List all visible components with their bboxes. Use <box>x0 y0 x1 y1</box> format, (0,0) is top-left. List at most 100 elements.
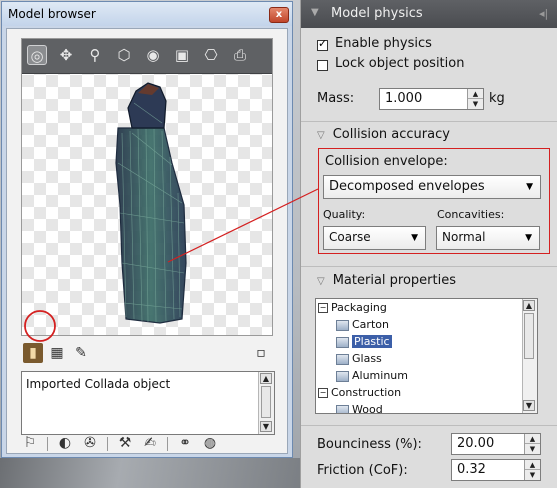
wireframe-model[interactable] <box>22 73 272 335</box>
enable-physics-checkbox[interactable] <box>317 37 328 51</box>
bounciness-label: Bounciness (%): <box>317 437 422 452</box>
grid-model-icon[interactable]: ▦ <box>47 343 67 363</box>
separator <box>47 437 48 451</box>
tree-item-plastic[interactable]: Plastic <box>336 335 392 352</box>
concavities-dropdown[interactable]: Normal ▼ <box>436 226 540 250</box>
decrement-icon[interactable]: ▼ <box>468 99 483 109</box>
tools-icon[interactable]: ⚒ <box>116 434 134 452</box>
concavities-value: Normal <box>442 230 486 244</box>
chevron-down-icon: ▼ <box>525 233 532 243</box>
collision-section-title: Collision accuracy <box>332 127 450 142</box>
tree-group-construction[interactable]: − Construction <box>318 386 401 403</box>
tree-item-label: Glass <box>352 352 382 365</box>
friction-stepper[interactable]: ▲ ▼ <box>524 460 540 480</box>
quality-label: Quality: <box>323 208 366 221</box>
tree-scrollbar[interactable]: ▲ ▼ <box>522 299 537 413</box>
quality-value: Coarse <box>329 230 371 244</box>
tree-item-label: Aluminum <box>352 369 408 382</box>
box-view-icon[interactable]: ⬡ <box>114 45 134 65</box>
bounciness-spinbox[interactable]: 20.00 ▲ ▼ <box>451 433 541 455</box>
tree-item-label: Wood <box>352 403 383 414</box>
model-icon[interactable]: ▮ <box>23 343 43 363</box>
contrast-icon[interactable]: ◐ <box>56 434 74 452</box>
bounciness-value: 20.00 <box>457 436 495 451</box>
model-browser-titlebar[interactable]: Model browser x <box>2 2 292 26</box>
increment-icon[interactable]: ▲ <box>525 434 540 444</box>
material-icon <box>336 353 349 365</box>
separator <box>167 437 168 451</box>
divider <box>301 425 557 426</box>
collision-envelope-value: Decomposed envelopes <box>329 179 485 194</box>
collapse-icon[interactable]: − <box>318 303 328 313</box>
separator <box>107 437 108 451</box>
model-physics-panel: ▼ Model physics ◂| Enable physics Lock o… <box>300 0 557 488</box>
render-mode-icon[interactable]: ⎔ <box>201 45 221 65</box>
desktop-bottom-strip <box>0 458 300 488</box>
tree-item-wood[interactable]: Wood <box>336 403 383 414</box>
expand-arrow-icon: ▽ <box>317 130 325 141</box>
collision-section-header[interactable]: ▽ Collision accuracy <box>317 127 450 142</box>
scroll-up-button[interactable]: ▲ <box>523 300 535 311</box>
physics-icon[interactable]: ✇ <box>81 434 99 452</box>
3d-viewport[interactable]: ◎ ✥ ⚲ ⬡ ◉ ▣ ⎔ ⎙ <box>21 38 273 336</box>
lock-position-label: Lock object position <box>335 56 465 71</box>
frame-icon[interactable]: ▣ <box>172 45 192 65</box>
tree-item-carton[interactable]: Carton <box>336 318 389 335</box>
decrement-icon[interactable]: ▼ <box>525 470 540 480</box>
orbit-icon[interactable]: ◎ <box>27 45 47 65</box>
bounciness-stepper[interactable]: ▲ ▼ <box>524 434 540 454</box>
scroll-down-button[interactable]: ▼ <box>523 400 535 411</box>
concavities-label: Concavities: <box>437 208 505 221</box>
quality-dropdown[interactable]: Coarse ▼ <box>323 226 426 250</box>
close-button[interactable]: x <box>269 7 289 23</box>
model-browser-window: Model browser x ◎ ✥ ⚲ ⬡ ◉ ▣ ⎔ ⎙ ▮ ▦ ✎ ▫ … <box>1 1 293 458</box>
camera-icon[interactable]: ⎙ <box>230 45 250 65</box>
material-icon <box>336 404 349 413</box>
collapse-arrow-icon[interactable]: ▼ <box>311 7 319 18</box>
friction-label: Friction (CoF): <box>317 463 408 478</box>
material-tree[interactable]: − Packaging Carton Plastic Glass Aluminum… <box>315 298 538 414</box>
edit-icon[interactable]: ✎ <box>71 343 91 363</box>
status-toolbar: ⚐ ◐ ✇ ⚒ ✍ ⚭ ◍ <box>21 434 281 454</box>
edit-material-icon[interactable]: ✍ <box>141 434 159 452</box>
material-section-header[interactable]: ▽ Material properties <box>317 273 456 288</box>
flag-icon[interactable]: ⚐ <box>21 434 39 452</box>
dock-icon[interactable]: ◂| <box>539 7 548 20</box>
lock-position-checkbox[interactable] <box>317 60 328 71</box>
globe-icon[interactable]: ◍ <box>201 434 219 452</box>
tree-item-label: Carton <box>352 318 389 331</box>
mass-label: Mass: <box>317 91 355 106</box>
tree-item-aluminum[interactable]: Aluminum <box>336 369 408 386</box>
description-text: Imported Collada object <box>26 377 171 391</box>
material-section-title: Material properties <box>332 273 456 288</box>
physics-panel-header[interactable]: ▼ Model physics ◂| <box>301 0 557 28</box>
description-scrollbar[interactable]: ▲ ▼ <box>258 372 274 434</box>
tree-group-packaging[interactable]: − Packaging <box>318 301 387 318</box>
tree-item-label: Construction <box>331 386 402 399</box>
tree-item-label: Plastic <box>352 335 392 348</box>
mass-stepper[interactable]: ▲ ▼ <box>467 89 483 109</box>
expand-arrow-icon: ▽ <box>317 276 325 287</box>
friction-value: 0.32 <box>457 462 486 477</box>
zoom-icon[interactable]: ⚲ <box>85 45 105 65</box>
mass-spinbox[interactable]: 1.000 ▲ ▼ <box>379 88 484 110</box>
friction-spinbox[interactable]: 0.32 ▲ ▼ <box>451 459 541 481</box>
material-icon <box>336 336 349 348</box>
window-title: Model browser <box>8 7 96 21</box>
decrement-icon[interactable]: ▼ <box>525 444 540 454</box>
tree-item-glass[interactable]: Glass <box>336 352 382 369</box>
pan-icon[interactable]: ✥ <box>56 45 76 65</box>
scroll-thumb[interactable] <box>261 386 271 418</box>
increment-icon[interactable]: ▲ <box>468 89 483 99</box>
scroll-down-button[interactable]: ▼ <box>260 421 272 432</box>
collapse-icon[interactable]: − <box>318 388 328 398</box>
material-icon <box>336 319 349 331</box>
link-icon[interactable]: ⚭ <box>176 434 194 452</box>
maximize-icon[interactable]: ▫ <box>251 343 271 363</box>
scroll-thumb[interactable] <box>524 313 534 359</box>
increment-icon[interactable]: ▲ <box>525 460 540 470</box>
collision-envelope-dropdown[interactable]: Decomposed envelopes ▼ <box>323 175 541 199</box>
sphere-view-icon[interactable]: ◉ <box>143 45 163 65</box>
scroll-up-button[interactable]: ▲ <box>260 373 272 384</box>
description-box[interactable]: Imported Collada object ▲ ▼ <box>21 371 275 435</box>
